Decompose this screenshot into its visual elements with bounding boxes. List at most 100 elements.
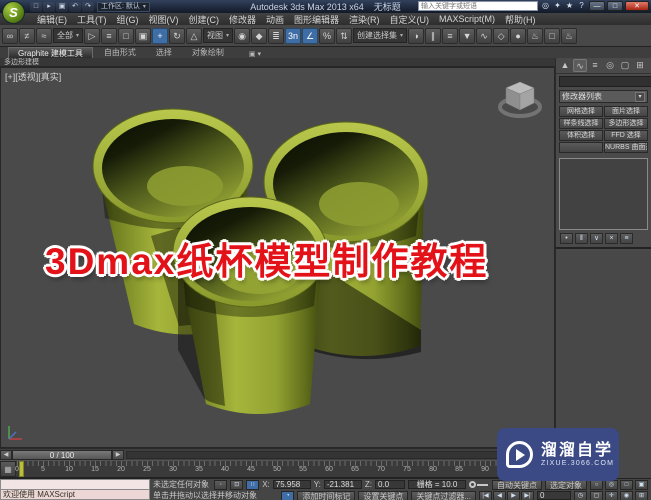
layer-manager-icon[interactable]: ≡: [442, 28, 458, 44]
track-bar[interactable]: ▦ 05101520253035404550556065707580859095…: [0, 460, 555, 478]
render-production-icon[interactable]: ♨: [561, 28, 577, 44]
use-pivot-center-icon[interactable]: ◉: [234, 28, 250, 44]
play-icon[interactable]: ▶: [507, 491, 520, 500]
snaps-toggle-icon[interactable]: 3n: [285, 28, 301, 44]
menu-item-7[interactable]: 动画: [261, 13, 289, 26]
set-key-button[interactable]: 设置关键点: [358, 491, 408, 500]
x-coord-field[interactable]: 75.958: [273, 480, 311, 489]
modifier-button-1[interactable]: 网格选择: [559, 106, 603, 117]
material-editor-icon[interactable]: ●: [510, 28, 526, 44]
go-to-end-icon[interactable]: ▶|: [521, 491, 534, 500]
ribbon-display-toggle[interactable]: ▣ ▾: [249, 50, 261, 58]
graphite-toggle-icon[interactable]: ▼: [459, 28, 475, 44]
menu-item-12[interactable]: 帮助(H): [500, 13, 541, 26]
menu-item-6[interactable]: 修改器: [224, 13, 261, 26]
menu-item-8[interactable]: 图形编辑器: [289, 13, 344, 26]
current-frame-field[interactable]: 0: [537, 491, 571, 500]
modifier-button-8[interactable]: NURBS 曲面选择: [604, 142, 648, 153]
workspace-dropdown[interactable]: 工作区: 默认 ▾: [97, 2, 150, 12]
time-tag-icon[interactable]: ◔: [281, 491, 294, 500]
search-icon[interactable]: ◎: [540, 1, 551, 11]
align-icon[interactable]: ∥: [425, 28, 441, 44]
select-and-move-icon[interactable]: +: [152, 28, 168, 44]
select-and-scale-icon[interactable]: △: [186, 28, 202, 44]
rectangular-selection-region-icon[interactable]: □: [118, 28, 134, 44]
key-filters-button[interactable]: 关键点过滤器...: [411, 491, 476, 500]
show-end-result-icon[interactable]: ‖: [575, 233, 588, 244]
close-button[interactable]: ✕: [625, 1, 649, 11]
mini-curve-editor-button[interactable]: ▦: [0, 461, 16, 477]
spinner-snap-icon[interactable]: ⇅: [336, 28, 352, 44]
select-and-link-icon[interactable]: ∞: [2, 28, 18, 44]
listener-input-cell[interactable]: [0, 479, 150, 490]
menu-item-5[interactable]: 创建(C): [184, 13, 225, 26]
zoom-region-icon[interactable]: ▢: [590, 491, 603, 500]
select-object-icon[interactable]: ▷: [84, 28, 100, 44]
timeline-ruler[interactable]: 0510152025303540455055606570758085909510…: [17, 461, 554, 477]
maximize-viewport-icon[interactable]: ⊞: [635, 491, 648, 500]
favorites-icon[interactable]: ★: [564, 1, 575, 11]
tab-motion[interactable]: ◎: [603, 59, 617, 72]
window-crossing-icon[interactable]: ▣: [135, 28, 151, 44]
tab-utilities[interactable]: ⊞: [633, 59, 647, 72]
menu-item-9[interactable]: 渲染(R): [344, 13, 385, 26]
z-coord-field[interactable]: 0.0: [375, 480, 405, 489]
schematic-view-icon[interactable]: ◇: [493, 28, 509, 44]
pan-hand-icon[interactable]: ✛: [605, 491, 618, 500]
menu-item-4[interactable]: 视图(V): [144, 13, 184, 26]
modifier-button-2[interactable]: 面片选择: [604, 106, 648, 117]
minimize-button[interactable]: —: [589, 1, 605, 11]
menu-item-10[interactable]: 自定义(U): [385, 13, 435, 26]
auto-key-button[interactable]: 自动关键点: [492, 480, 542, 490]
zoom-extents-all-icon[interactable]: ▣: [635, 480, 648, 490]
viewport-label[interactable]: [+][透视][真实]: [5, 70, 61, 83]
selection-filter-dropdown[interactable]: 全部▾: [53, 28, 83, 43]
isolate-selection-icon[interactable]: ◦: [214, 480, 227, 490]
add-time-tag-button[interactable]: 添加时间标记: [297, 491, 355, 500]
undo-icon[interactable]: ↶: [69, 2, 81, 12]
modifier-stack[interactable]: [559, 158, 648, 230]
ribbon-panel-strip[interactable]: 多边形建模: [0, 58, 555, 67]
redo-icon[interactable]: ↷: [82, 2, 94, 12]
save-file-icon[interactable]: ▣: [56, 2, 68, 12]
remove-modifier-icon[interactable]: ×: [605, 233, 618, 244]
tab-modify[interactable]: ∿: [573, 59, 587, 72]
viewcube[interactable]: [494, 76, 546, 124]
ribbon-tab-1[interactable]: Graphite 建模工具: [8, 47, 93, 58]
unlink-selection-icon[interactable]: ≠: [19, 28, 35, 44]
open-file-icon[interactable]: ▸: [43, 2, 55, 12]
zoom-icon[interactable]: ○: [590, 480, 603, 490]
zoom-all-icon[interactable]: ◎: [605, 480, 618, 490]
perspective-viewport[interactable]: [+][透视][真实]: [0, 67, 555, 448]
reference-coordinate-dropdown[interactable]: 视图▾: [203, 28, 233, 43]
bind-to-space-warp-icon[interactable]: ≈: [36, 28, 52, 44]
orbit-icon[interactable]: ◉: [620, 491, 633, 500]
configure-modifier-sets-icon[interactable]: ≡: [620, 233, 633, 244]
rendered-frame-icon[interactable]: □: [544, 28, 560, 44]
time-slider-next-button[interactable]: ▶: [112, 450, 124, 460]
3dsmax-logo-icon[interactable]: S: [2, 1, 25, 24]
named-selection-sets-dropdown[interactable]: 创建选择集▾: [353, 28, 407, 43]
selected-dropdown[interactable]: 选定对象: [545, 480, 587, 490]
y-coord-field[interactable]: -21.381: [324, 480, 362, 489]
zoom-extents-icon[interactable]: □: [620, 480, 633, 490]
time-slider-track[interactable]: [126, 451, 553, 459]
ribbon-tab-2[interactable]: 自由形式: [95, 47, 145, 58]
menu-item-3[interactable]: 组(G): [112, 13, 144, 26]
maxscript-mini-listener[interactable]: 欢迎使用 MAXScript: [0, 479, 150, 500]
keyboard-shortcut-override-icon[interactable]: ≣: [268, 28, 284, 44]
tab-create[interactable]: ▲: [558, 59, 572, 72]
modifier-button-6[interactable]: FFD 选择: [604, 130, 648, 141]
transform-gizmo-icon[interactable]: ∷: [246, 480, 259, 490]
menu-item-11[interactable]: MAXScript(M): [434, 14, 500, 24]
select-and-manipulate-icon[interactable]: ◆: [251, 28, 267, 44]
ribbon-tab-4[interactable]: 对象绘制: [183, 47, 233, 58]
time-configuration-icon[interactable]: ◷: [574, 491, 587, 500]
modifier-button-5[interactable]: 体积选择: [559, 130, 603, 141]
mirror-icon[interactable]: ◑: [408, 28, 424, 44]
menu-item-1[interactable]: 编辑(E): [32, 13, 72, 26]
select-by-name-icon[interactable]: ≡: [101, 28, 117, 44]
tab-display[interactable]: ▢: [618, 59, 632, 72]
menu-item-2[interactable]: 工具(T): [72, 13, 112, 26]
time-slider-prev-button[interactable]: ◀: [0, 450, 12, 460]
